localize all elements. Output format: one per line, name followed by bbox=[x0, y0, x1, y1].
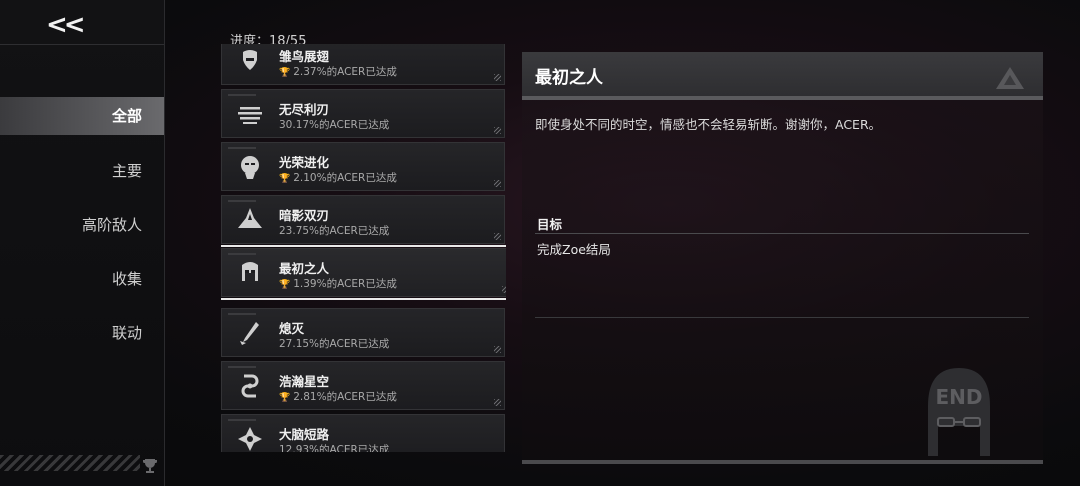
acer-logo-icon bbox=[996, 67, 1024, 89]
row-corner bbox=[502, 286, 506, 293]
tab-all[interactable]: 全部 bbox=[0, 97, 164, 135]
back-button[interactable]: << bbox=[46, 10, 86, 40]
row-corner bbox=[494, 74, 501, 81]
achievement-name: 浩瀚星空 bbox=[279, 374, 330, 389]
achievement-list[interactable]: 雏鸟展翅 🏆 2.37%的ACER已达成 无尽利刃 30.17%的ACER已达成 … bbox=[221, 44, 506, 452]
star-link-icon bbox=[241, 374, 259, 398]
back-bar: << bbox=[0, 0, 164, 45]
row-strip bbox=[228, 313, 256, 315]
achievement-rate: 27.15%的ACER已达成 bbox=[279, 338, 390, 350]
achievement-rate-text: 1.39%的ACER已达成 bbox=[293, 278, 397, 290]
twin-blade-icon bbox=[238, 208, 262, 228]
trophy-icon: 🏆 bbox=[279, 393, 291, 403]
achievement-rate-text: 2.81%的ACER已达成 bbox=[293, 391, 397, 403]
row-corner bbox=[494, 346, 501, 353]
row-strip bbox=[228, 366, 256, 368]
detail-header: 最初之人 bbox=[522, 52, 1043, 100]
decorative-hatch bbox=[0, 455, 140, 471]
end-badge-icon: END bbox=[928, 368, 990, 456]
zoe-face-icon bbox=[242, 262, 258, 281]
row-strip bbox=[228, 253, 256, 255]
achievement-row[interactable]: 暗影双刃 23.75%的ACER已达成 bbox=[221, 195, 505, 244]
achievement-row[interactable]: 熄灭 27.15%的ACER已达成 bbox=[221, 308, 505, 357]
row-corner bbox=[494, 180, 501, 187]
achievement-name: 光荣进化 bbox=[279, 155, 330, 170]
blades-icon bbox=[238, 107, 262, 124]
row-corner bbox=[494, 233, 501, 240]
tab-main[interactable]: 主要 bbox=[0, 152, 164, 190]
achievement-name: 熄灭 bbox=[279, 321, 305, 336]
bird-mask-icon bbox=[243, 50, 257, 70]
detail-divider bbox=[535, 317, 1029, 318]
tab-collab[interactable]: 联动 bbox=[0, 314, 164, 352]
achievement-name: 无尽利刃 bbox=[279, 102, 330, 117]
short-circuit-icon bbox=[238, 427, 262, 451]
achievement-rate: 12.93%的ACER已达成 bbox=[279, 444, 390, 452]
achievement-description: 即使身处不同的时空，情感也不会轻易斩断。谢谢你，ACER。 bbox=[535, 117, 882, 132]
achievement-rate: 🏆 2.10%的ACER已达成 bbox=[279, 170, 397, 185]
achievement-row[interactable]: 无尽利刃 30.17%的ACER已达成 bbox=[221, 89, 505, 138]
tab-collection[interactable]: 收集 bbox=[0, 260, 164, 298]
goal-divider bbox=[535, 233, 1029, 234]
achievement-rate: 🏆 2.81%的ACER已达成 bbox=[279, 389, 397, 404]
achievement-detail-panel: 最初之人 即使身处不同的时空，情感也不会轻易斩断。谢谢你，ACER。 目标 完成… bbox=[522, 52, 1043, 464]
achievement-rate-text: 2.10%的ACER已达成 bbox=[293, 172, 397, 184]
achievement-rate: 🏆 2.37%的ACER已达成 bbox=[279, 64, 397, 79]
achievement-row[interactable]: 光荣进化 🏆 2.10%的ACER已达成 bbox=[221, 142, 505, 191]
achievement-rate: 30.17%的ACER已达成 bbox=[279, 119, 390, 131]
row-strip bbox=[228, 200, 256, 202]
achievement-row[interactable]: 浩瀚星空 🏆 2.81%的ACER已达成 bbox=[221, 361, 505, 410]
achievement-name: 大脑短路 bbox=[279, 427, 330, 442]
trophy-icon bbox=[142, 459, 158, 473]
row-corner bbox=[494, 399, 501, 406]
detail-title: 最初之人 bbox=[535, 68, 603, 88]
evolved-head-icon bbox=[241, 156, 259, 179]
trophy-icon: 🏆 bbox=[279, 174, 291, 184]
achievement-rate-text: 2.37%的ACER已达成 bbox=[293, 66, 397, 78]
panel-base bbox=[522, 460, 1043, 464]
row-strip bbox=[228, 419, 256, 421]
goal-text: 完成Zoe结局 bbox=[537, 242, 611, 257]
end-badge-text: END bbox=[935, 385, 982, 409]
achievement-row[interactable]: 雏鸟展翅 🏆 2.37%的ACER已达成 bbox=[221, 44, 505, 85]
achievement-row-selected[interactable]: 最初之人 🏆 1.39%的ACER已达成 bbox=[221, 245, 506, 300]
category-sidebar: << 全部 主要 高阶敌人 收集 联动 bbox=[0, 0, 165, 486]
achievement-row[interactable]: 大脑短路 12.93%的ACER已达成 bbox=[221, 414, 505, 452]
achievement-name: 雏鸟展翅 bbox=[279, 49, 330, 64]
trophy-icon: 🏆 bbox=[279, 280, 291, 290]
achievement-name: 暗影双刃 bbox=[279, 208, 330, 223]
achievement-rate: 23.75%的ACER已达成 bbox=[279, 225, 390, 237]
goal-label: 目标 bbox=[537, 217, 563, 232]
achievement-name: 最初之人 bbox=[279, 261, 330, 276]
row-corner bbox=[494, 127, 501, 134]
row-strip bbox=[228, 94, 256, 96]
achievement-rate: 🏆 1.39%的ACER已达成 bbox=[279, 276, 397, 291]
tab-elite-enemies[interactable]: 高阶敌人 bbox=[0, 206, 164, 244]
trophy-icon: 🏆 bbox=[279, 68, 291, 78]
row-strip bbox=[228, 147, 256, 149]
extinguish-icon bbox=[240, 322, 259, 345]
